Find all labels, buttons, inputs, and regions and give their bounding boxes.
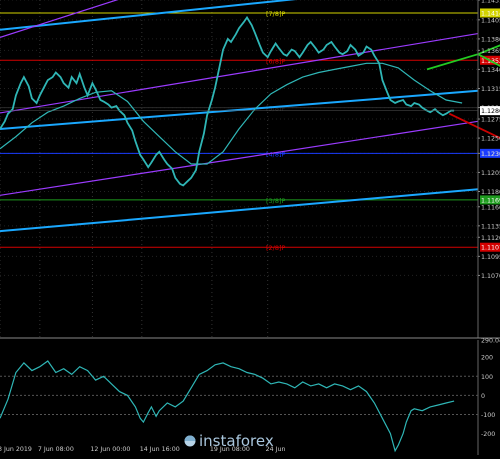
y-tick-label: 1.1365	[481, 48, 500, 55]
x-tick-label: 7 Jun 08:00	[38, 446, 74, 453]
y-tick-label: 1.1340	[481, 67, 500, 74]
forex-chart: [7/8]P1.1414[6/8]P1.1352[5/8]P[4/8]P1.12…	[0, 0, 500, 455]
cci-tick-label: -100	[481, 412, 495, 419]
x-tick-label: 12 Jun 00:00	[90, 446, 130, 453]
y-tick-label: 1.1275	[481, 117, 500, 124]
y-tick-label: 1.1180	[481, 189, 500, 196]
y-tick-label: 1.1250	[481, 136, 500, 143]
cci-tick-label: 290.041	[481, 338, 500, 345]
y-tick-label: 1.1205	[481, 170, 500, 177]
y-tick-label: 1.1120	[481, 235, 500, 242]
level-label: [6/8]P	[266, 57, 286, 65]
level-label: [2/8]P	[266, 244, 286, 252]
cci-tick-label: -200	[481, 431, 495, 438]
cci-tick-label: 200	[481, 355, 493, 362]
y-tick-label: 1.1230	[481, 151, 500, 158]
level-label: [7/8]P	[266, 10, 286, 18]
current-price-tag-text: 1.1286	[481, 108, 500, 115]
x-tick-label: 3 Jun 2019	[0, 446, 32, 453]
y-tick-label: 1.1160	[481, 204, 500, 211]
y-tick-label: 1.1095	[481, 254, 500, 261]
cci-tick-label: 100	[481, 374, 493, 381]
instaforex-logo-icon	[185, 436, 196, 447]
watermark-text: instaforex	[199, 432, 274, 450]
y-tick-label: 1.1070	[481, 273, 500, 280]
level-label: [3/8]P	[266, 197, 286, 205]
y-tick-label: 1.1135	[481, 223, 500, 230]
y-tick-label: 1.1431	[481, 0, 500, 5]
y-tick-label: 1.1405	[481, 17, 500, 24]
y-tick-label: 1.1380	[481, 36, 500, 43]
y-tick-label: 1.1315	[481, 86, 500, 93]
level-price-tag-text: 1.1107	[481, 245, 500, 252]
cci-tick-label: 0	[481, 393, 485, 400]
